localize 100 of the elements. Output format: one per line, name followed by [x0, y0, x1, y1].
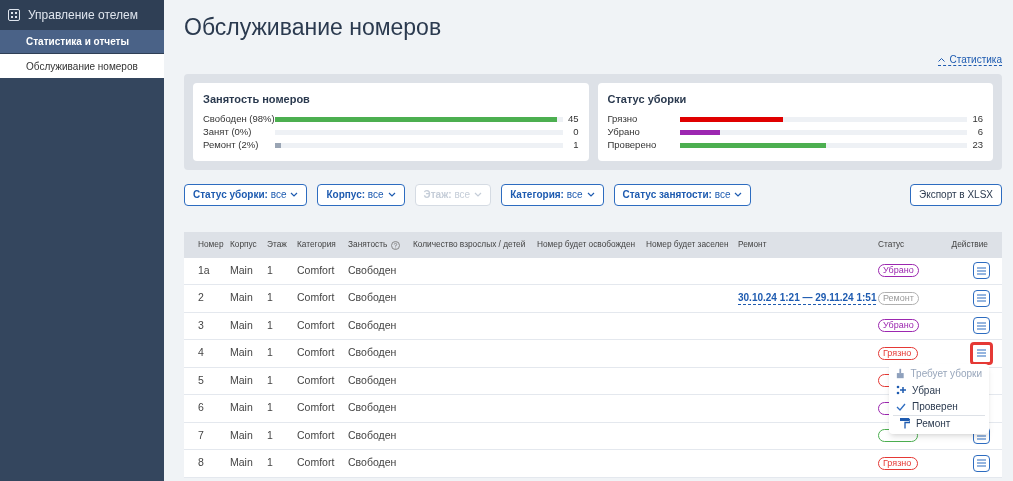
- table-cell-text: 5: [197, 372, 205, 388]
- menu-item[interactable]: Проверен: [889, 398, 989, 415]
- export-button[interactable]: Экспорт в XLSX: [910, 183, 1002, 206]
- chevron-down-icon: [474, 192, 483, 197]
- menu-item[interactable]: Убран: [889, 382, 989, 399]
- table-cell-text: Свободен: [348, 345, 398, 361]
- status-badge: Грязно: [878, 346, 918, 360]
- table-cell-text: Свободен: [348, 290, 398, 306]
- filter-dropdown[interactable]: Категория: все: [501, 183, 604, 206]
- table-cell-text: Comfort: [297, 427, 336, 443]
- bar-value: 16: [971, 111, 983, 126]
- status-badge: Грязно: [878, 456, 918, 470]
- status-badge: Убрано: [878, 264, 919, 278]
- table-cell-text: 1: [267, 262, 274, 278]
- bar-label: Грязно: [607, 111, 639, 126]
- column-header: Действие: [950, 238, 989, 251]
- table-cell-text: Свободен: [348, 262, 398, 278]
- sidebar-item[interactable]: Статистика и отчеты: [0, 30, 164, 54]
- column-header: Статус: [878, 238, 906, 251]
- card-title: Статус уборки: [607, 92, 688, 107]
- table-cell-text: Comfort: [297, 317, 336, 333]
- paint-roller-icon: [900, 418, 910, 430]
- table-cell-text: 1: [267, 427, 274, 443]
- action-menu-button[interactable]: [973, 454, 990, 472]
- column-header: Этаж: [267, 238, 288, 251]
- list-icon: [977, 459, 986, 468]
- column-header: Занятость: [348, 238, 413, 251]
- table-cell-text: Свободен: [348, 427, 398, 443]
- sidebar-title: Управление отелем: [28, 7, 138, 24]
- table-cell-text: Main: [230, 372, 254, 388]
- column-header: Номер: [197, 238, 225, 251]
- table-cell-text: 1: [267, 317, 274, 333]
- table-cell-text: 1: [267, 345, 274, 361]
- table-cell-text: Main: [230, 427, 254, 443]
- action-menu-button[interactable]: [973, 289, 990, 307]
- card-title: Занятость номеров: [203, 92, 311, 107]
- menu-item[interactable]: Ремонт: [893, 415, 985, 432]
- table-cell-text: 1: [267, 400, 274, 416]
- status-badge: Убрано: [878, 319, 919, 333]
- table-cell-text: Comfort: [297, 400, 336, 416]
- bar-label: Проверено: [607, 137, 658, 152]
- table-cell-text: 2: [197, 290, 205, 306]
- table-cell-text: Свободен: [348, 455, 398, 471]
- check-icon: [896, 402, 906, 411]
- action-menu-button[interactable]: [973, 262, 990, 280]
- chevron-down-icon: [734, 192, 743, 197]
- bar-label: Ремонт (2%): [203, 137, 260, 152]
- bar-value: 45: [566, 111, 579, 126]
- table-cell-text: Свободен: [348, 317, 398, 333]
- bar-value: 23: [971, 137, 983, 152]
- bar-value: 1: [572, 137, 579, 152]
- bar-label: Свободен (98%): [203, 111, 275, 126]
- table-cell-text: Main: [230, 345, 254, 361]
- bar-value: 6: [976, 124, 983, 139]
- list-icon: [977, 349, 986, 358]
- sparkle-icon: [896, 385, 906, 396]
- list-icon: [977, 266, 986, 275]
- status-badge: Ремонт: [878, 291, 919, 305]
- filter-dropdown[interactable]: Статус занятости: все: [613, 183, 752, 206]
- filter-dropdown[interactable]: Корпус: все: [317, 183, 405, 206]
- action-menu-button[interactable]: [973, 317, 990, 335]
- table-cell-text: 1: [267, 455, 274, 471]
- chevron-down-icon: [387, 192, 396, 197]
- table-cell-text: Comfort: [297, 372, 336, 388]
- table-cell-text: Свободен: [348, 372, 398, 388]
- list-icon: [977, 294, 986, 303]
- table-cell-text: 3: [197, 317, 205, 333]
- table-cell-text: Main: [230, 455, 254, 471]
- column-header: Номер будет заселен: [646, 238, 730, 251]
- table-cell-text: 1a: [197, 262, 211, 278]
- filter-dropdown[interactable]: Статус уборки: все: [184, 183, 308, 206]
- table-cell-text: Main: [230, 400, 254, 416]
- table-cell-text: Comfort: [297, 455, 336, 471]
- help-icon: [391, 240, 401, 250]
- action-menu-button[interactable]: [970, 341, 993, 365]
- chevron-up-icon: [938, 57, 946, 62]
- statistics-link[interactable]: Статистика: [938, 54, 1002, 66]
- column-header: Корпус: [230, 238, 258, 251]
- column-header: Ремонт: [738, 238, 768, 251]
- column-header: Количество взрослых / детей: [413, 238, 527, 251]
- table-cell-text: 6: [197, 400, 205, 416]
- chevron-down-icon: [290, 192, 299, 197]
- table-cell-text: Main: [230, 262, 254, 278]
- table-cell-text: 4: [197, 345, 205, 361]
- bar-label: Занят (0%): [203, 124, 253, 139]
- sidebar-item[interactable]: Обслуживание номеров: [0, 54, 164, 78]
- column-header: Номер будет освобожден: [537, 238, 637, 251]
- table-cell-text: Свободен: [348, 400, 398, 416]
- repair-period-link[interactable]: 30.10.24 1:21 — 29.11.24 1:51: [738, 291, 877, 305]
- list-icon: [977, 321, 986, 330]
- table-cell-text: 8: [197, 455, 205, 471]
- column-header: Категория: [297, 238, 337, 251]
- hotel-icon: [8, 9, 20, 21]
- page-title: Обслуживание номеров: [184, 13, 443, 42]
- chevron-down-icon: [586, 192, 595, 197]
- table-cell-text: Comfort: [297, 262, 336, 278]
- table-cell-text: Main: [230, 317, 254, 333]
- brush-icon: [896, 368, 905, 380]
- bar-value: 0: [572, 124, 579, 139]
- table-cell-text: Main: [230, 290, 254, 306]
